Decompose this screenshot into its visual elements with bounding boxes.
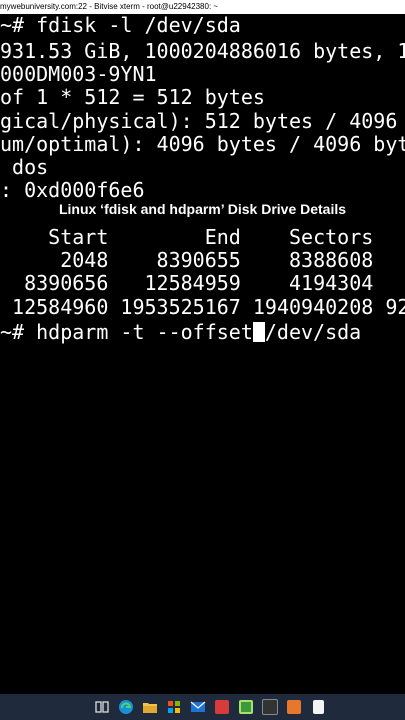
app-red-icon[interactable] bbox=[211, 696, 233, 718]
partition-table-header: Start End Sectors bbox=[0, 225, 374, 249]
partition-row: 8390656 12584959 4194304 bbox=[0, 271, 374, 295]
terminal-output[interactable]: ~# fdisk -l /dev/sda 931.53 GiB, 1000204… bbox=[0, 14, 405, 694]
partition-row: 2048 8390655 8388608 bbox=[0, 248, 374, 272]
terminal-line: dos bbox=[0, 155, 49, 179]
app-orange-icon[interactable] bbox=[283, 696, 305, 718]
command-text: ~# hdparm -t --offset bbox=[0, 320, 253, 344]
video-caption: Linux ‘fdisk and hdparm’ Disk Drive Deta… bbox=[58, 201, 347, 217]
command-text-after-cursor: /dev/sda bbox=[264, 320, 362, 344]
notepad-icon[interactable] bbox=[307, 696, 329, 718]
edge-icon[interactable] bbox=[115, 696, 137, 718]
app-green-icon[interactable] bbox=[235, 696, 257, 718]
partition-row: 12584960 1953525167 1940940208 92 bbox=[0, 295, 405, 319]
window-title: mywebuniversity.com:22 - Bitvise xterm -… bbox=[0, 0, 405, 14]
mail-icon[interactable] bbox=[187, 696, 209, 718]
command-prompt-line[interactable]: ~# hdparm -t --offset/dev/sda bbox=[0, 321, 361, 344]
task-view-icon[interactable] bbox=[91, 696, 113, 718]
terminal-line: 000DM003-9YN1 bbox=[0, 62, 157, 86]
store-icon[interactable] bbox=[163, 696, 185, 718]
terminal-line: ~# fdisk -l /dev/sda bbox=[0, 14, 241, 37]
file-explorer-icon[interactable] bbox=[139, 696, 161, 718]
terminal-line: um/optimal): 4096 bytes / 4096 byt bbox=[0, 132, 405, 156]
terminal-line: gical/physical): 512 bytes / 4096 bbox=[0, 109, 398, 133]
terminal-line: of 1 * 512 = 512 bytes bbox=[0, 85, 265, 109]
terminal-line: 931.53 GiB, 1000204886016 bytes, 1 bbox=[0, 39, 405, 63]
taskbar bbox=[0, 694, 405, 720]
terminal-line: : 0xd000f6e6 bbox=[0, 178, 145, 202]
app-dark-icon[interactable] bbox=[259, 696, 281, 718]
terminal-cursor bbox=[252, 322, 265, 342]
